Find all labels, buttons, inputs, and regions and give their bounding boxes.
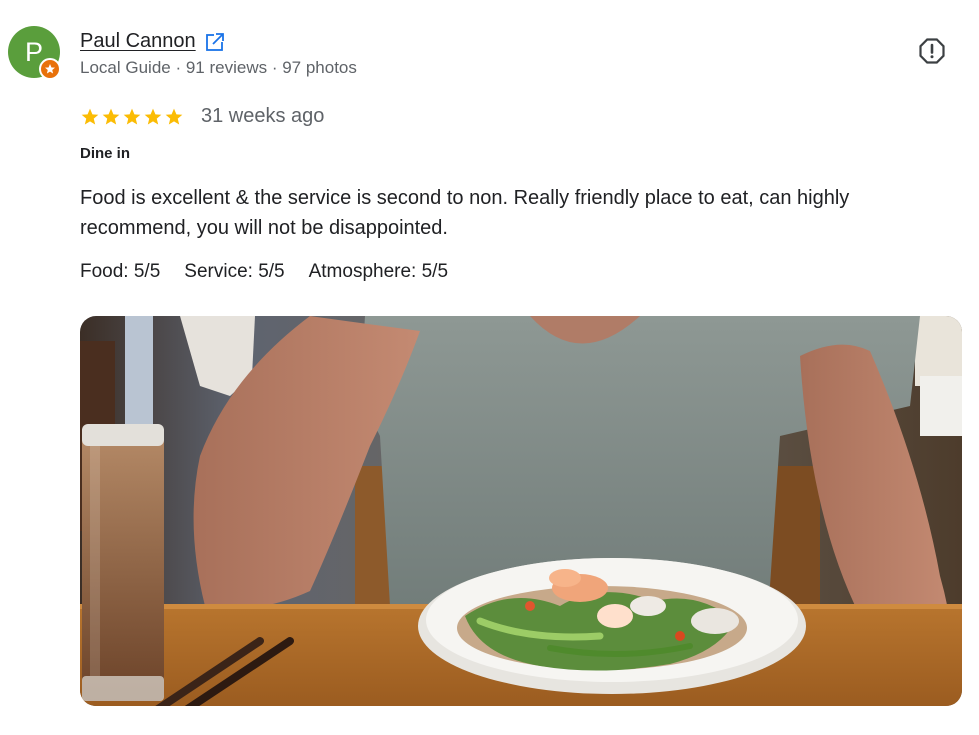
reviewer-name-row: Paul Cannon bbox=[80, 30, 225, 53]
review-time: 31 weeks ago bbox=[201, 105, 325, 127]
star-icon bbox=[144, 108, 162, 124]
service-rating: Service: 5/5 bbox=[184, 261, 285, 282]
reviewer-meta: Local Guide · 91 reviews · 97 photos bbox=[80, 58, 357, 77]
food-rating: Food: 5/5 bbox=[80, 261, 161, 282]
dining-mode: Dine in bbox=[80, 145, 131, 162]
star-icon bbox=[102, 108, 120, 124]
review-photo[interactable] bbox=[80, 316, 962, 706]
external-link-icon[interactable] bbox=[205, 32, 225, 52]
star-icon bbox=[165, 108, 183, 124]
review-text: Food is excellent & the service is secon… bbox=[80, 187, 850, 239]
rating-row: 31 weeks ago bbox=[80, 105, 324, 128]
reviewer-name-link[interactable]: Paul Cannon bbox=[80, 30, 196, 53]
sub-ratings: Food: 5/5 Service: 5/5 Atmosphere: 5/5 bbox=[80, 261, 448, 283]
star-icon bbox=[81, 108, 99, 124]
local-guide-star-icon bbox=[39, 58, 61, 80]
star-icon bbox=[123, 108, 141, 124]
report-icon[interactable] bbox=[918, 37, 946, 65]
atmosphere-rating: Atmosphere: 5/5 bbox=[308, 261, 449, 282]
star-rating bbox=[80, 107, 184, 127]
